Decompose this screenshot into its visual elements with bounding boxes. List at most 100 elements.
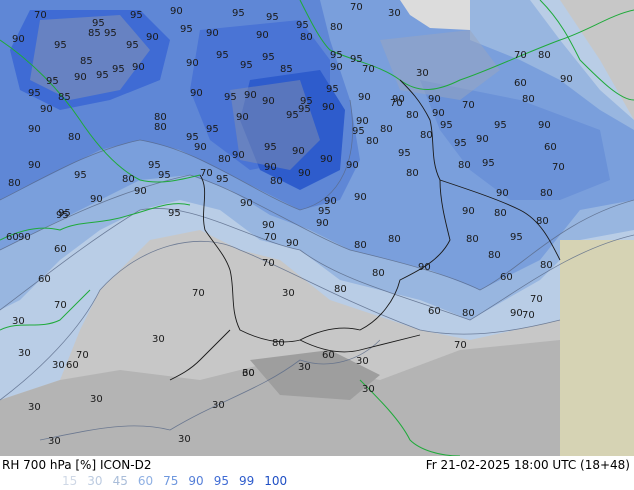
contour-label: 95: [104, 28, 117, 39]
contour-label: 90: [18, 232, 31, 243]
contour-label: 95: [318, 206, 331, 217]
contour-label: 90: [432, 108, 445, 119]
contour-label: 90: [186, 58, 199, 69]
contour-label: 85: [280, 64, 293, 75]
contour-label: 95: [54, 40, 67, 51]
contour-label: 80: [366, 136, 379, 147]
contour-label: 90: [476, 134, 489, 145]
contour-label: 95: [454, 138, 467, 149]
contour-label: 70: [362, 64, 375, 75]
contour-label: 80: [540, 188, 553, 199]
contour-label: 95: [240, 60, 253, 71]
contour-label: 95: [168, 208, 181, 219]
legend-item: 99: [238, 474, 255, 488]
contour-label: 30: [298, 362, 311, 373]
contour-label: 85: [58, 92, 71, 103]
contour-label: 95: [158, 170, 171, 181]
contour-label: 90: [286, 238, 299, 249]
contour-label: 95: [96, 70, 109, 81]
contour-label: 60: [66, 360, 79, 371]
contour-label: 80: [218, 154, 231, 165]
outside-domain-east: [560, 240, 634, 456]
contour-label: 80: [372, 268, 385, 279]
contour-label: 80: [272, 338, 285, 349]
contour-label: 30: [356, 356, 369, 367]
contour-label: 30: [242, 368, 255, 379]
contour-label: 90: [354, 192, 367, 203]
contour-label: 80: [154, 122, 167, 133]
contour-label: 70: [200, 168, 213, 179]
contour-label: 60: [6, 232, 19, 243]
contour-label: 30: [48, 436, 61, 447]
contour-label: 80: [270, 176, 283, 187]
contour-label: 80: [122, 174, 135, 185]
contour-label: 90: [132, 62, 145, 73]
contour-label: 90: [262, 96, 275, 107]
color-legend: 15 30 45 60 75 90 95 99 100: [62, 474, 297, 488]
contour-label: 80: [420, 130, 433, 141]
legend-item: 15: [62, 474, 78, 488]
contour-label: 90: [428, 94, 441, 105]
legend-item: 90: [188, 474, 204, 488]
contour-label: 90: [256, 30, 269, 41]
contour-label: 90: [560, 74, 573, 85]
contour-label: 90: [356, 116, 369, 127]
contour-label: 80: [68, 132, 81, 143]
contour-label: 95: [330, 50, 343, 61]
contour-label: 90: [206, 28, 219, 39]
contour-label: 70: [462, 100, 475, 111]
contour-label: 30: [52, 360, 65, 371]
contour-label: 95: [326, 84, 339, 95]
contour-label: 80: [330, 22, 343, 33]
legend-item: 100: [264, 474, 288, 488]
contour-label: 70: [262, 258, 275, 269]
legend-item: 30: [87, 474, 103, 488]
contour-label: 90: [418, 262, 431, 273]
contour-label: 90: [232, 150, 245, 161]
contour-label: 90: [28, 160, 41, 171]
contour-label: 60: [38, 274, 51, 285]
contour-label: 80: [406, 168, 419, 179]
contour-label: 95: [398, 148, 411, 159]
contour-label: 95: [510, 232, 523, 243]
contour-label: 90: [496, 188, 509, 199]
contour-label: 30: [152, 334, 165, 345]
contour-label: 95: [130, 10, 143, 21]
contour-label: 95: [494, 120, 507, 131]
contour-label: 30: [18, 348, 31, 359]
contour-label: 60: [514, 78, 527, 89]
contour-label: 80: [494, 208, 507, 219]
contour-label: 30: [282, 288, 295, 299]
contour-label: 95: [148, 160, 161, 171]
contour-label: 95: [28, 88, 41, 99]
contour-label: 30: [388, 8, 401, 19]
contour-label: 90: [40, 104, 53, 115]
contour-label: 95: [180, 24, 193, 35]
contour-label: 90: [264, 162, 277, 173]
contour-label: 30: [416, 68, 429, 79]
contour-label: 95: [232, 8, 245, 19]
contour-label: 95: [46, 76, 59, 87]
contour-label: 85: [80, 56, 93, 67]
contour-label: 95: [296, 20, 309, 31]
contour-label: 70: [192, 288, 205, 299]
contour-label: 30: [362, 384, 375, 395]
contour-label: 80: [406, 110, 419, 121]
contour-label: 80: [8, 178, 21, 189]
contour-label: 80: [522, 94, 535, 105]
contour-label: 70: [34, 10, 47, 21]
contour-label: 95: [266, 12, 279, 23]
contour-label: 30: [212, 400, 225, 411]
contour-label: 80: [300, 32, 313, 43]
legend-item: 60: [137, 474, 154, 488]
contour-label: 95: [264, 142, 277, 153]
contour-label: 80: [380, 124, 393, 135]
contour-label: 95: [350, 54, 363, 65]
contour-label: 95: [216, 50, 229, 61]
contour-label: 90: [244, 90, 257, 101]
legend-item: 75: [163, 474, 179, 488]
contour-label: 80: [538, 50, 551, 61]
contour-label: 90: [510, 308, 523, 319]
legend-item: 95: [213, 474, 229, 488]
contour-label: 90: [292, 146, 305, 157]
